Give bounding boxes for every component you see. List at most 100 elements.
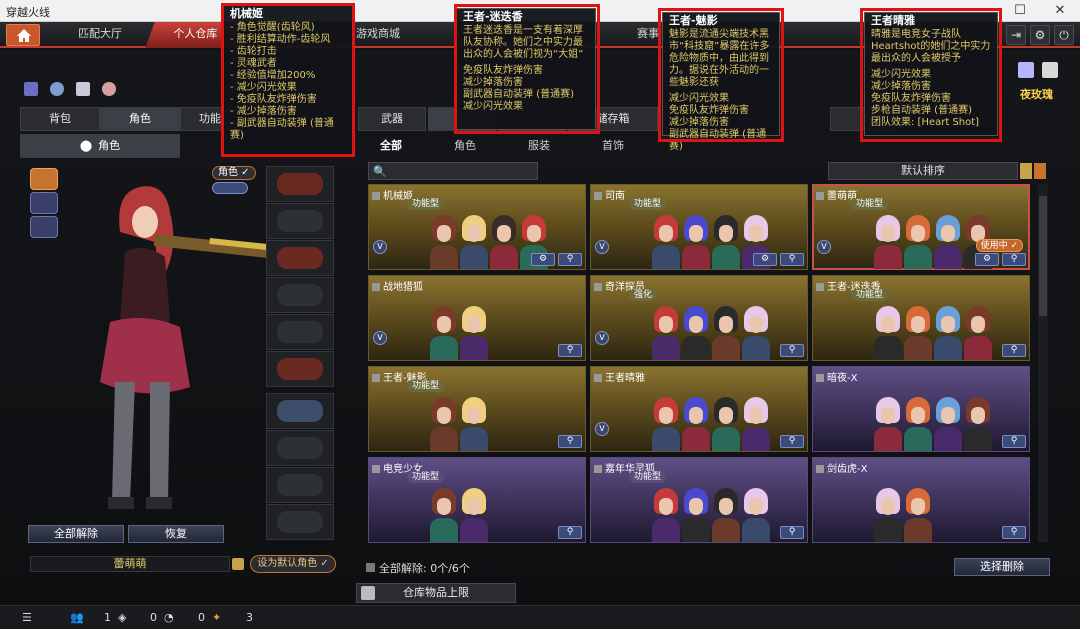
sort-direction-icon[interactable]	[1034, 163, 1046, 179]
scrollbar-thumb[interactable]	[1039, 196, 1047, 316]
subtab-costume[interactable]: 服装	[528, 138, 550, 154]
slot-extra[interactable]	[266, 504, 334, 540]
menu-icon[interactable]: ☰	[22, 611, 32, 624]
set-default-button[interactable]: 设为默认角色 ✓	[250, 555, 336, 573]
restore-button[interactable]: 恢复	[128, 525, 224, 543]
card-search-button[interactable]: ⚲	[558, 253, 582, 266]
tab-character[interactable]: 角色	[100, 107, 180, 131]
card-search-button[interactable]: ⚲	[780, 253, 804, 266]
subtab-accessory[interactable]: 首饰	[602, 138, 624, 154]
card-config-button[interactable]: ⚙	[753, 253, 777, 266]
slot-glasses[interactable]	[266, 240, 334, 276]
card-search-button[interactable]: ⚲	[558, 344, 582, 357]
slot-head[interactable]	[266, 203, 334, 239]
brand-icon[interactable]	[1042, 62, 1058, 78]
view-icon[interactable]	[76, 82, 90, 96]
slot-vest[interactable]	[266, 314, 334, 350]
card-config-button[interactable]: ⚙	[975, 253, 999, 266]
character-card[interactable]: 奇洋探员 强化 V ⚲	[590, 275, 808, 361]
character-card[interactable]: 嘉年华灵狐 功能型 ⚲	[590, 457, 808, 543]
storage-limit-button[interactable]: 仓库物品上限	[356, 583, 516, 603]
ammo-thumb	[277, 400, 323, 422]
card-marker-icon	[816, 283, 824, 291]
unequip-all-button[interactable]: 全部解除	[28, 525, 124, 543]
gear-icon[interactable]: ⚙	[1030, 25, 1050, 45]
rotate-icon[interactable]	[50, 82, 64, 96]
character-card[interactable]: 蕾萌萌 功能型 V 使用中 ✓ ⚲ ⚙	[812, 184, 1030, 270]
card-search-button[interactable]: ⚲	[1002, 253, 1026, 266]
slot-primary-weapon[interactable]	[266, 166, 334, 202]
card-search-button[interactable]: ⚲	[780, 344, 804, 357]
character-portrait	[933, 393, 963, 451]
vest-thumb	[277, 321, 323, 343]
card-search-button[interactable]: ⚲	[780, 435, 804, 448]
list-view-icon[interactable]	[1020, 163, 1032, 179]
card-search-button[interactable]: ⚲	[1002, 344, 1026, 357]
card-search-button[interactable]: ⚲	[1002, 526, 1026, 539]
character-portrait	[711, 393, 741, 451]
tooltip-title: 王者-迷迭香	[463, 10, 523, 23]
pose-icon[interactable]	[102, 82, 116, 96]
gift-icon[interactable]: ✦	[212, 611, 221, 624]
character-portrait	[741, 302, 771, 360]
storage-limit-label: 仓库物品上限	[403, 586, 469, 599]
character-portrait	[489, 211, 519, 269]
scrollbar[interactable]	[1038, 184, 1048, 542]
sort-dropdown[interactable]: 默认排序	[828, 162, 1018, 180]
menu-icon[interactable]	[232, 558, 244, 570]
slot-pack[interactable]	[266, 351, 334, 387]
tab-label: 赛事	[637, 27, 659, 40]
character-card[interactable]: 司南 功能型 V ⚲ ⚙	[590, 184, 808, 270]
category-weapon-button[interactable]	[30, 168, 58, 190]
tooltip-line: - 副武器自动装弹 (普通赛)	[230, 118, 334, 141]
card-search-button[interactable]: ⚲	[558, 435, 582, 448]
character-card[interactable]: 王者晴雅 V ⚲	[590, 366, 808, 452]
mail-count: 0	[150, 611, 157, 624]
search-input[interactable]: 🔍	[368, 162, 538, 180]
character-card[interactable]: 电竞少女 功能型 ⚲	[368, 457, 586, 543]
card-search-button[interactable]: ⚲	[1002, 435, 1026, 448]
category-wing-button[interactable]	[30, 216, 58, 238]
checkbox-icon[interactable]	[366, 563, 375, 572]
character-card[interactable]: 机械姬 功能型 V ⚲ ⚙	[368, 184, 586, 270]
subtab-role[interactable]: 角色	[454, 138, 476, 154]
subtab-character[interactable]: ⬤ 角色	[20, 134, 180, 158]
tooltip-lines: - 角色觉醒(齿轮风) - 胜利结算动作-齿轮风 - 齿轮打击 - 灵魂武者 - 经验值…	[230, 22, 346, 142]
ranking-icon[interactable]	[24, 82, 38, 96]
card-marker-icon	[594, 283, 602, 291]
shield-icon[interactable]: ◈	[118, 611, 126, 624]
subtab-all[interactable]: 全部	[380, 138, 402, 154]
character-card[interactable]: 王者-迷迭香 功能型 ⚲	[812, 275, 1030, 361]
character-card[interactable]: 剑齿虎-X ⚲	[812, 457, 1030, 543]
character-portraits	[631, 472, 771, 542]
character-portrait	[651, 393, 681, 451]
character-card[interactable]: 王者-魅影 功能型 ⚲	[368, 366, 586, 452]
card-search-button[interactable]: ⚲	[780, 526, 804, 539]
close-button[interactable]: ✕	[1040, 0, 1080, 22]
tab-match-lobby[interactable]: 匹配大厅	[60, 22, 140, 48]
tab-backpack[interactable]: 背包	[20, 107, 100, 131]
select-delete-button[interactable]: 选择删除	[954, 558, 1050, 576]
friends-icon[interactable]: 👥	[70, 611, 84, 624]
slot-ammo[interactable]	[266, 393, 334, 429]
character-portrait	[903, 484, 933, 542]
tab-shop[interactable]: 游戏商城	[348, 22, 408, 48]
slot-boots[interactable]	[266, 467, 334, 503]
home-button[interactable]	[6, 24, 40, 46]
card-search-button[interactable]: ⚲	[558, 526, 582, 539]
tab-weapons[interactable]: 武器	[358, 107, 426, 131]
card-marker-icon	[372, 192, 380, 200]
card-type-icon: V	[595, 331, 609, 345]
stack-icon	[361, 586, 375, 600]
chat-icon[interactable]: ◔	[164, 611, 174, 624]
slot-pet[interactable]	[266, 430, 334, 466]
exit-icon[interactable]: ⇥	[1006, 25, 1026, 45]
star-icon[interactable]	[1018, 62, 1034, 78]
slot-radio[interactable]	[266, 277, 334, 313]
card-config-button[interactable]: ⚙	[531, 253, 555, 266]
power-icon[interactable]: ⏻	[1054, 25, 1074, 45]
category-mask-button[interactable]	[30, 192, 58, 214]
character-card[interactable]: 战地猎狐 V ⚲	[368, 275, 586, 361]
maximize-button[interactable]: ☐	[1000, 0, 1040, 22]
character-card[interactable]: 暗夜-X ⚲	[812, 366, 1030, 452]
